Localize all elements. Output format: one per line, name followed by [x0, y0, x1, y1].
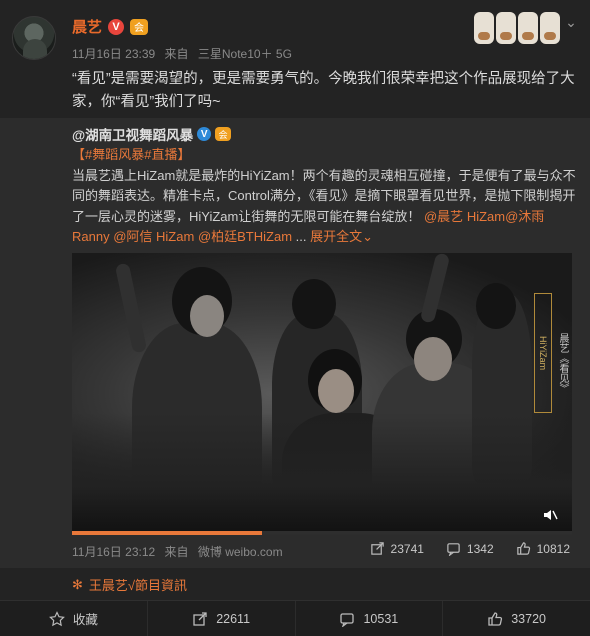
- source-tag-label: 王晨艺√節目資訊: [88, 578, 188, 593]
- repost-author-row: @湖南卫视舞蹈风暴 V 会: [72, 124, 232, 144]
- like-button[interactable]: 33720: [443, 601, 590, 636]
- decoration-card-icon: [474, 12, 560, 44]
- video-side-title: HiYiZam: [534, 293, 552, 413]
- dancer-figure: [414, 337, 452, 381]
- repost-author[interactable]: @湖南卫视舞蹈风暴: [72, 124, 193, 144]
- thumbs-up-icon: [516, 542, 530, 555]
- video-progress-bar[interactable]: [72, 531, 572, 535]
- reposted-content: @湖南卫视舞蹈风暴 V 会 【#舞蹈风暴#直播】 当晨艺遇上HiZam就是最炸的…: [0, 118, 590, 568]
- post-text-line: “看见”是需要渴望的，更是需要勇气的。今晚我们很荣幸把这个作品展现给了大: [72, 71, 575, 87]
- post-meta: 11月16日 23:39 来自 三星Note10＋ 5G: [72, 45, 292, 62]
- comment-count: 1342: [466, 541, 494, 556]
- thumbs-up-icon: [488, 611, 503, 626]
- mention-link[interactable]: HiZam: [156, 229, 194, 244]
- avatar[interactable]: [12, 16, 56, 60]
- ellipsis: ...: [295, 229, 307, 244]
- repost-count: 22611: [216, 611, 251, 626]
- star-icon: [48, 610, 65, 626]
- chevron-down-icon[interactable]: ⌄: [362, 229, 373, 244]
- repost-share-count[interactable]: 23741: [370, 541, 424, 556]
- repost-stats: 23741 1342 10812: [370, 541, 570, 556]
- post-text-line: 家，你“看见”我们了吗~: [72, 94, 221, 110]
- share-icon: [193, 611, 207, 626]
- audience: [72, 413, 572, 535]
- video-player[interactable]: HiYiZam 晨艺《看见》: [72, 253, 572, 535]
- video-side-caption: 晨艺《看见》: [557, 333, 568, 393]
- like-count: 33720: [511, 611, 546, 626]
- source-tag[interactable]: ✻ 王晨艺√節目資訊: [72, 575, 187, 594]
- repost-button[interactable]: 22611: [148, 601, 296, 636]
- share-count: 23741: [390, 541, 424, 556]
- mute-icon[interactable]: [542, 507, 560, 525]
- vip-icon: 会: [215, 127, 232, 141]
- dancer-figure: [292, 279, 336, 329]
- author-name[interactable]: 晨艺: [72, 16, 102, 37]
- mention-link[interactable]: @柏廷BTHiZam: [198, 229, 292, 244]
- mention-link[interactable]: HiZam: [467, 209, 505, 224]
- verified-icon: V: [108, 18, 125, 35]
- mention-link[interactable]: @阿信: [113, 229, 152, 244]
- mention-link[interactable]: @晨艺: [424, 209, 463, 224]
- repost-meta: 11月16日 23:12 来自 微博 weibo.com: [72, 543, 283, 560]
- repost-source: 微博 weibo.com: [197, 545, 283, 559]
- sparkle-icon: ✻: [72, 576, 83, 592]
- repost-comment-count[interactable]: 1342: [446, 541, 494, 556]
- like-count: 10812: [536, 541, 570, 556]
- repost-timestamp[interactable]: 11月16日 23:12: [72, 545, 155, 559]
- share-icon: [370, 542, 384, 555]
- dancer-figure: [190, 295, 224, 337]
- vip-icon: 会: [130, 18, 149, 35]
- expand-link[interactable]: 展开全文: [310, 229, 362, 244]
- more-options-icon[interactable]: ⌄: [562, 14, 580, 32]
- video-progress-fill: [72, 531, 262, 535]
- post-timestamp[interactable]: 11月16日 23:39: [72, 47, 155, 61]
- weibo-post: 晨艺 V 会 ⌄ 11月16日 23:39 来自 三星Note10＋ 5G “看…: [0, 0, 590, 600]
- repost-via-label: 来自: [164, 545, 189, 559]
- author-row: 晨艺 V 会: [72, 16, 149, 37]
- repost-like-count[interactable]: 10812: [516, 541, 570, 556]
- post-text: “看见”是需要渴望的，更是需要勇气的。今晚我们很荣幸把这个作品展现给了大 家，你…: [72, 68, 580, 114]
- collect-label: 收藏: [72, 613, 98, 627]
- verified-icon: V: [197, 127, 212, 141]
- comment-icon: [447, 543, 460, 556]
- post-device: 三星Note10＋ 5G: [197, 47, 292, 61]
- dancer-figure: [318, 369, 354, 413]
- dancer-figure: [476, 283, 516, 329]
- repost-body: 【#舞蹈风暴#直播】 当晨艺遇上HiZam就是最炸的HiYiZam！两个有趣的灵…: [72, 145, 578, 248]
- comment-count: 10531: [363, 611, 399, 626]
- topic-link[interactable]: 【#舞蹈风暴#直播】: [72, 147, 190, 162]
- post-via-label: 来自: [164, 47, 189, 61]
- action-bar: 收藏 22611 10531 33720: [0, 600, 590, 636]
- comment-icon: [340, 612, 355, 627]
- comment-button[interactable]: 10531: [296, 601, 444, 636]
- collect-button[interactable]: 收藏: [0, 601, 148, 636]
